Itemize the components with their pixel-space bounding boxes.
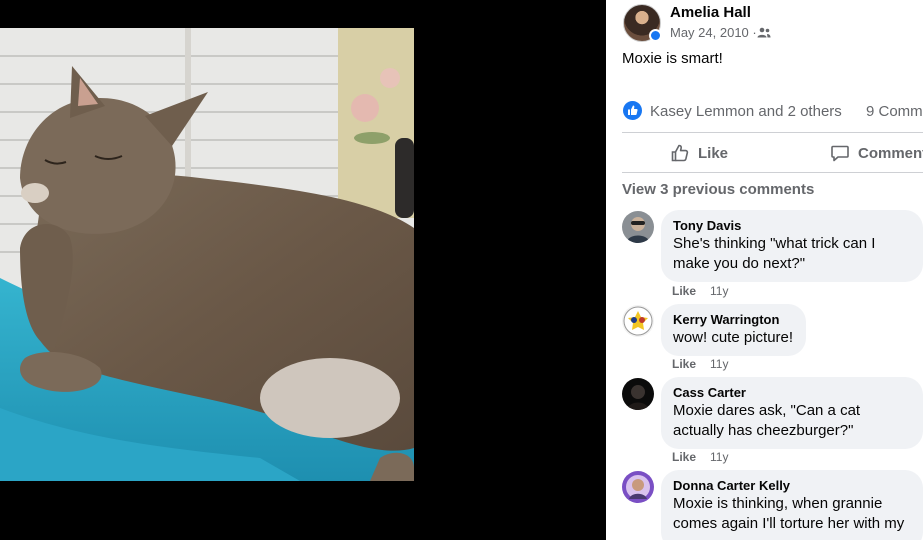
commenter-name[interactable]: Tony Davis (673, 218, 911, 234)
comment-meta: Like 11y (672, 450, 728, 464)
comment-timestamp[interactable]: 11y (710, 450, 728, 464)
post-author-name[interactable]: Amelia Hall (670, 4, 751, 21)
comment-text: wow! cute picture! (673, 329, 794, 346)
comment-bubble-icon (831, 145, 849, 162)
comment-like-link[interactable]: Like (672, 357, 696, 371)
comment-bubble: Tony Davis She's thinking "what trick ca… (661, 210, 923, 282)
post-date[interactable]: May 24, 2010 · (670, 25, 757, 40)
comment-bubble: Kerry Warrington wow! cute picture! (661, 304, 806, 356)
verified-badge-icon (649, 29, 662, 42)
commenter-avatar[interactable] (622, 211, 654, 243)
photo-viewer (0, 0, 606, 540)
divider (622, 172, 923, 173)
comment-button[interactable]: Comment (830, 142, 923, 164)
commenter-avatar[interactable] (622, 378, 654, 410)
like-button[interactable]: Like (670, 142, 728, 164)
comment-bubble: Cass Carter Moxie dares ask, "Can a cat … (661, 377, 923, 449)
commenter-name[interactable]: Donna Carter Kelly (673, 478, 911, 494)
comment-meta: Like 11y (672, 357, 728, 371)
commenter-name[interactable]: Kerry Warrington (673, 312, 794, 328)
comment-timestamp[interactable]: 11y (710, 284, 728, 298)
like-button-label: Like (698, 144, 729, 162)
commenter-avatar[interactable] (622, 471, 654, 503)
commenter-avatar[interactable] (622, 305, 654, 337)
comment-like-link[interactable]: Like (672, 450, 696, 464)
post-photo-cat[interactable] (0, 28, 414, 481)
comment-timestamp[interactable]: 11y (710, 357, 728, 371)
divider (622, 132, 923, 133)
comment-text: Moxie is thinking, when grannie comes ag… (673, 495, 905, 532)
reactions-summary[interactable]: Kasey Lemmon and 2 others (650, 103, 842, 120)
post-panel: Amelia Hall May 24, 2010 · Moxie is smar… (606, 0, 923, 540)
comment-text: Moxie dares ask, "Can a cat actually has… (673, 402, 861, 439)
comment-bubble: Donna Carter Kelly Moxie is thinking, wh… (661, 470, 923, 540)
comment-button-label: Comment (858, 144, 923, 162)
comment-meta: Like 11y (672, 284, 728, 298)
comment-text: She's thinking "what trick can I make yo… (673, 235, 876, 272)
thumbs-up-icon (671, 144, 689, 162)
post-text: Moxie is smart! (622, 50, 723, 67)
like-reaction-icon[interactable] (623, 101, 642, 120)
view-previous-comments-link[interactable]: View 3 previous comments (622, 181, 814, 198)
commenter-name[interactable]: Cass Carter (673, 385, 911, 401)
audience-friends-icon[interactable] (757, 27, 771, 38)
comment-like-link[interactable]: Like (672, 284, 696, 298)
cat-photo-illustration (0, 28, 414, 481)
comment-count[interactable]: 9 Comm (866, 103, 923, 120)
